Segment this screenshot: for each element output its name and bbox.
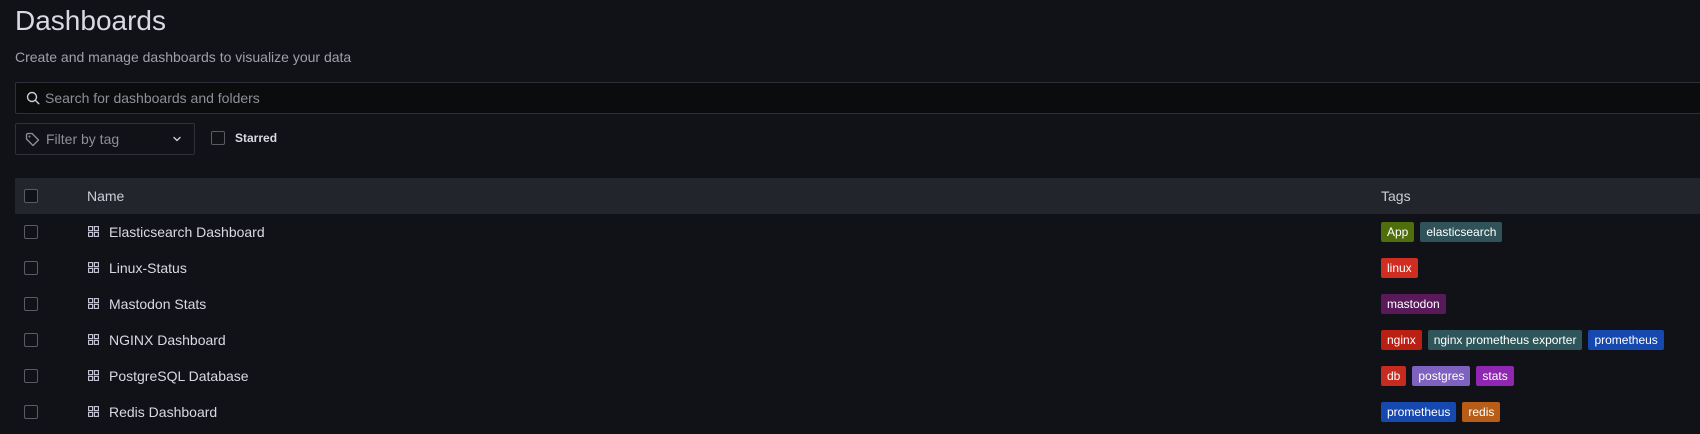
tag-badge[interactable]: prometheus xyxy=(1588,330,1664,350)
dashboard-grid-icon xyxy=(88,298,99,309)
tag-list: db postgres stats xyxy=(1381,366,1514,386)
dashboard-grid-icon xyxy=(88,262,99,273)
page-subtitle: Create and manage dashboards to visualiz… xyxy=(15,49,352,65)
tag-badge[interactable]: redis xyxy=(1462,402,1501,422)
row-checkbox[interactable] xyxy=(24,405,38,419)
table-header: Name Tags xyxy=(15,178,1700,214)
tag-badge[interactable]: postgres xyxy=(1412,366,1471,386)
page-title: Dashboards xyxy=(15,5,166,36)
dashboards-table: Name Tags Elasticsearch Dashboard App elas… xyxy=(15,178,1700,430)
dashboard-name-link[interactable]: Linux-Status xyxy=(109,260,187,276)
table-row[interactable]: Redis Dashboard prometheus redis xyxy=(15,394,1700,430)
tag-list: nginx nginx prometheus exporter prometheus xyxy=(1381,330,1664,350)
dashboard-grid-icon xyxy=(88,334,99,345)
search-input[interactable] xyxy=(45,90,1700,106)
tag-badge[interactable]: mastodon xyxy=(1381,294,1446,314)
tag-filter-placeholder: Filter by tag xyxy=(46,131,120,147)
tag-list: linux xyxy=(1381,258,1418,278)
search-icon xyxy=(25,90,41,106)
search-bar[interactable] xyxy=(15,82,1700,114)
tag-badge[interactable]: elasticsearch xyxy=(1420,222,1503,242)
table-row[interactable]: Mastodon Stats mastodon xyxy=(15,286,1700,322)
dashboard-name-link[interactable]: Mastodon Stats xyxy=(109,296,206,312)
table-row[interactable]: Linux-Status linux xyxy=(15,250,1700,286)
column-header-name: Name xyxy=(87,188,125,204)
tag-filter-select[interactable]: Filter by tag xyxy=(15,123,195,155)
row-checkbox[interactable] xyxy=(24,225,38,239)
tag-badge[interactable]: stats xyxy=(1476,366,1514,386)
dashboard-grid-icon xyxy=(88,226,99,237)
row-checkbox[interactable] xyxy=(24,333,38,347)
row-checkbox[interactable] xyxy=(24,369,38,383)
table-body: Elasticsearch Dashboard App elasticsearch L… xyxy=(15,214,1700,430)
dashboards-page: Dashboards Create and manage dashboards … xyxy=(0,0,1700,434)
tag-badge[interactable]: App xyxy=(1381,222,1415,242)
tag-badge[interactable]: linux xyxy=(1381,258,1418,278)
starred-filter[interactable]: Starred xyxy=(211,131,277,145)
tag-list: prometheus redis xyxy=(1381,402,1501,422)
tag-badge[interactable]: nginx xyxy=(1381,330,1422,350)
dashboard-grid-icon xyxy=(88,406,99,417)
tag-list: App elasticsearch xyxy=(1381,222,1503,242)
chevron-down-icon xyxy=(172,134,182,144)
dashboard-name-link[interactable]: PostgreSQL Database xyxy=(109,368,249,384)
dashboard-grid-icon xyxy=(88,370,99,381)
select-all-checkbox[interactable] xyxy=(24,189,38,203)
table-row[interactable]: Elasticsearch Dashboard App elasticsearch xyxy=(15,214,1700,250)
row-checkbox[interactable] xyxy=(24,297,38,311)
tag-badge[interactable]: prometheus xyxy=(1381,402,1457,422)
tag-list: mastodon xyxy=(1381,294,1446,314)
dashboard-name-link[interactable]: Redis Dashboard xyxy=(109,404,217,420)
table-row[interactable]: NGINX Dashboard nginx nginx prometheus exp… xyxy=(15,322,1700,358)
tag-badge[interactable]: nginx prometheus exporter xyxy=(1427,330,1583,350)
row-checkbox[interactable] xyxy=(24,261,38,275)
tag-badge[interactable]: db xyxy=(1381,366,1407,386)
column-header-tags: Tags xyxy=(1381,188,1411,204)
dashboard-name-link[interactable]: Elasticsearch Dashboard xyxy=(109,224,265,240)
starred-checkbox[interactable] xyxy=(211,131,225,145)
starred-label: Starred xyxy=(235,131,278,145)
table-row[interactable]: PostgreSQL Database db postgres stats xyxy=(15,358,1700,394)
dashboard-name-link[interactable]: NGINX Dashboard xyxy=(109,332,226,348)
tag-icon xyxy=(25,132,40,147)
